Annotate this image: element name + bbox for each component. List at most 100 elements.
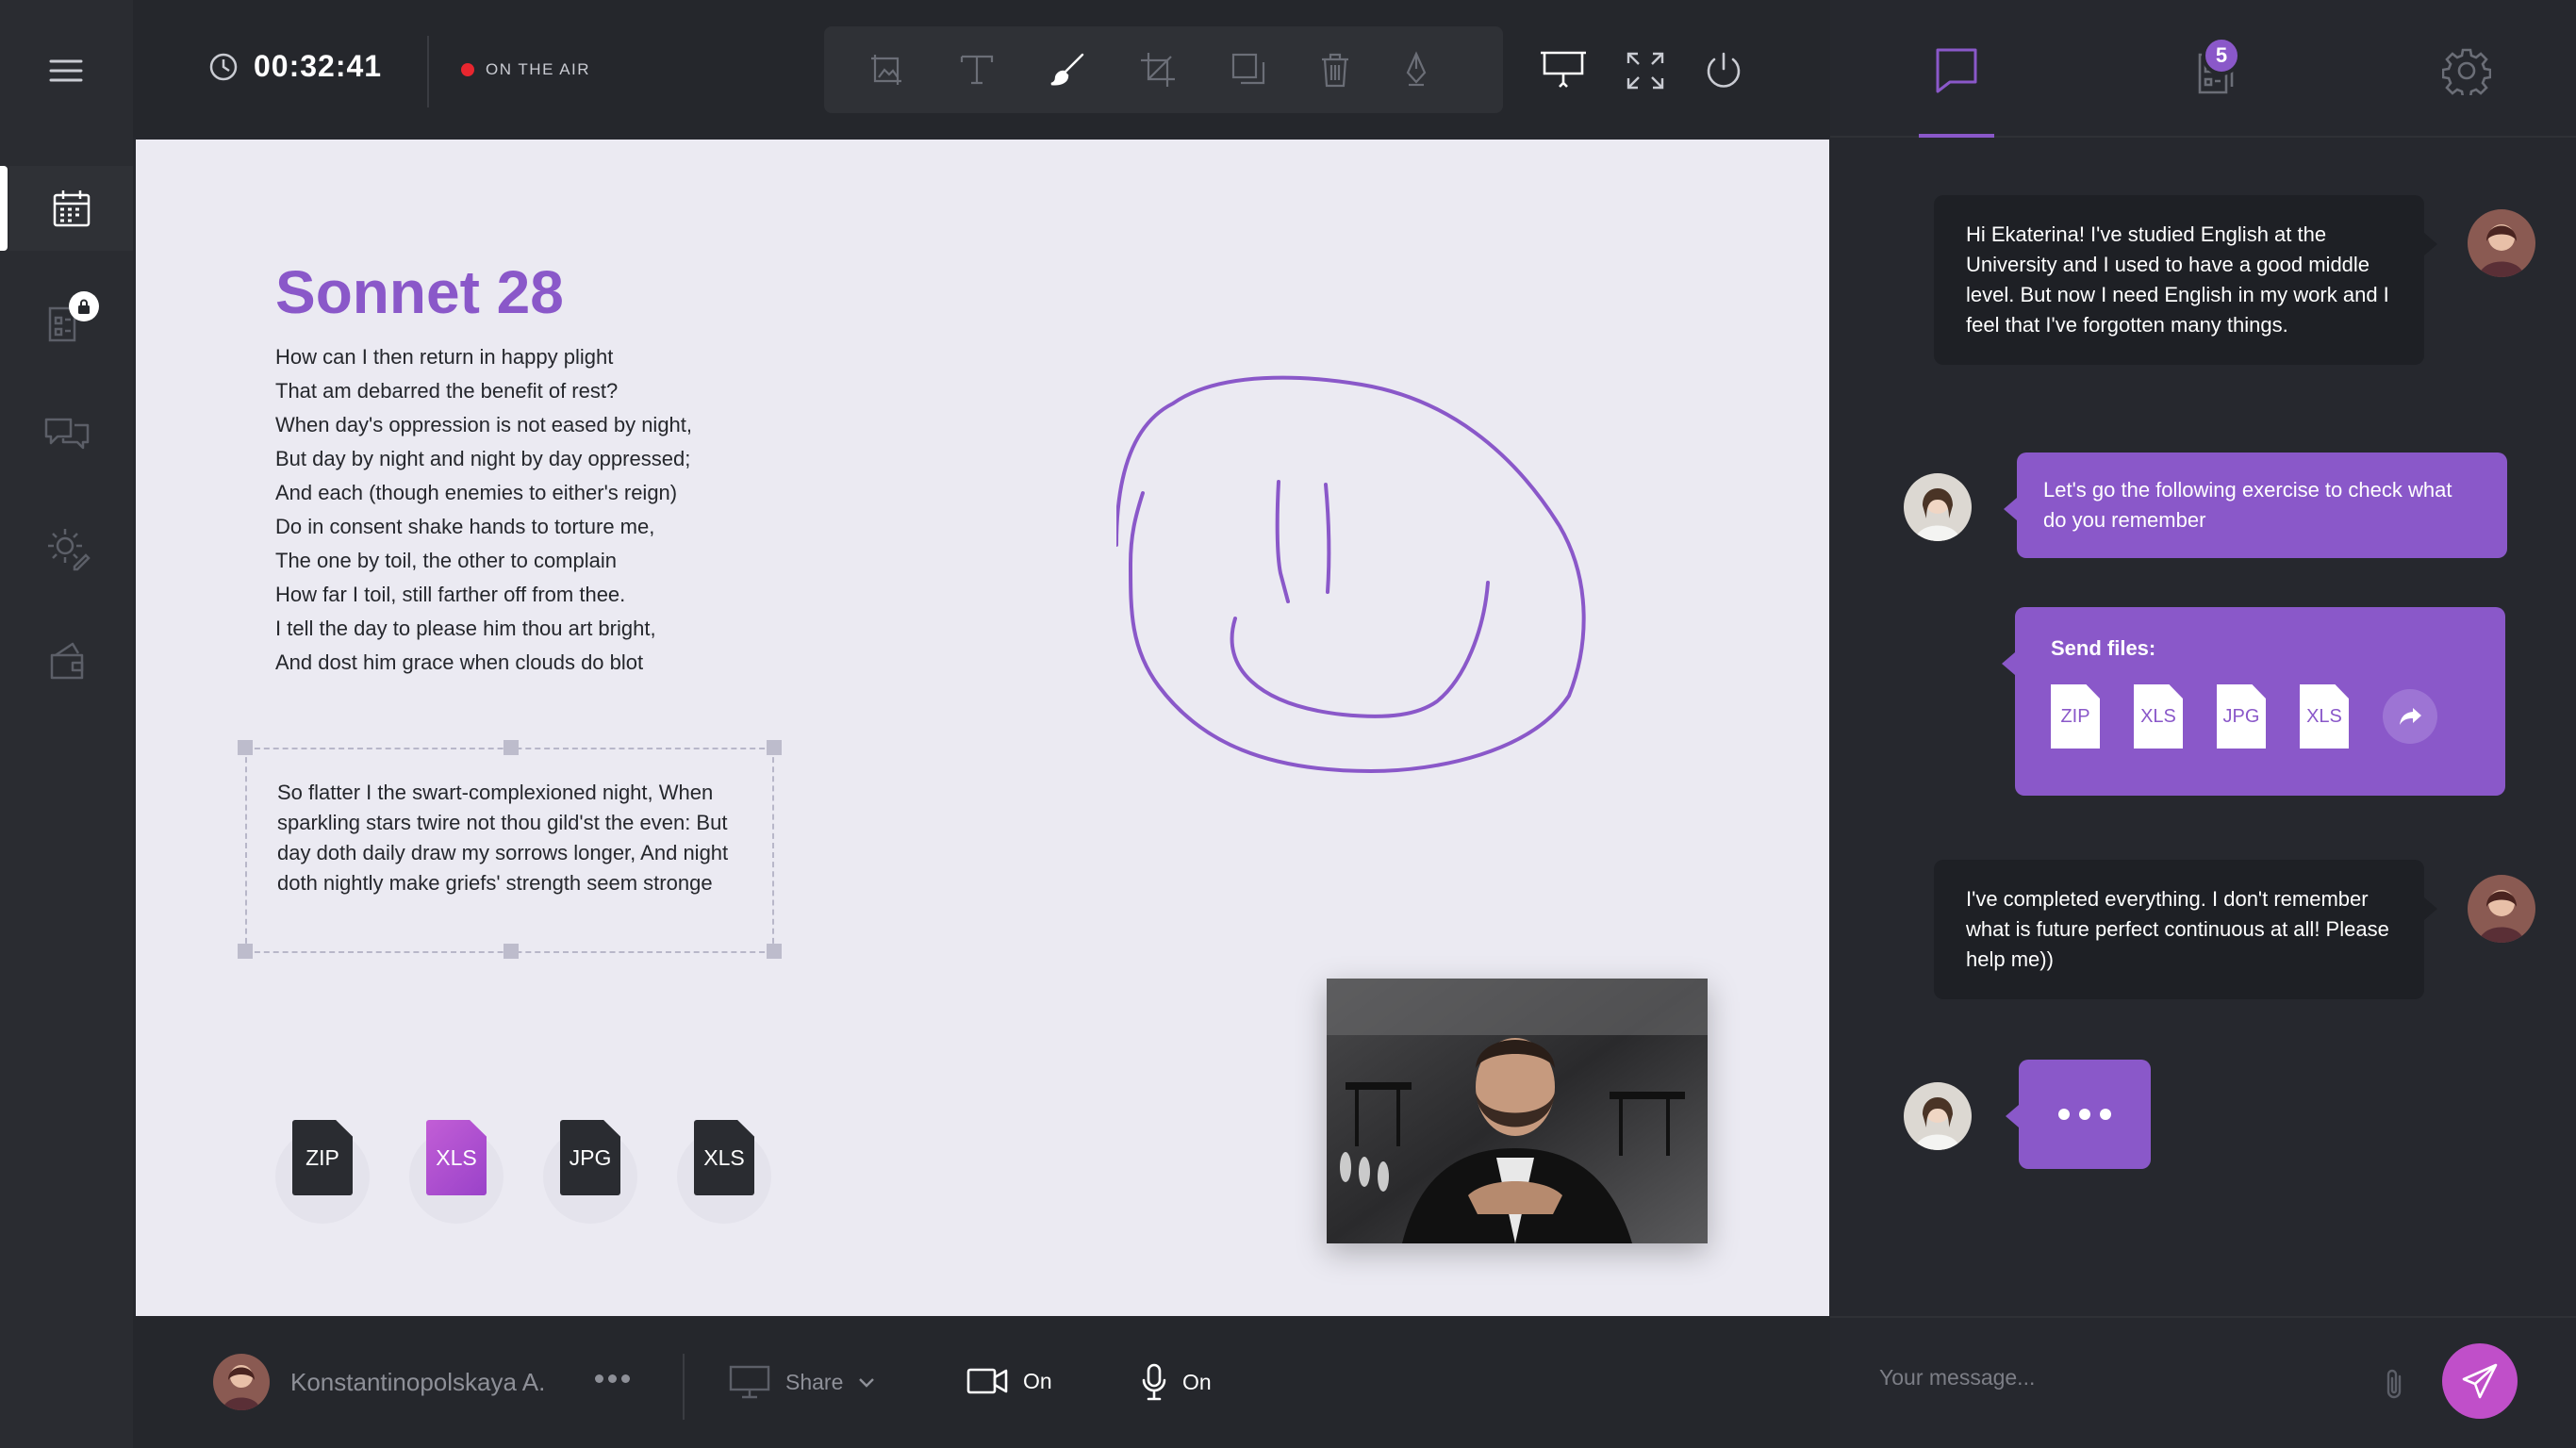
- attach-button[interactable]: [2375, 1365, 2413, 1403]
- message-composer: [1830, 1316, 2576, 1448]
- resize-handle[interactable]: [238, 740, 253, 755]
- power-button[interactable]: [1700, 47, 1747, 94]
- poem-line: When day's oppression is not eased by ni…: [275, 413, 693, 436]
- whiteboard-canvas[interactable]: Sonnet 28 How can I then return in happy…: [136, 140, 1829, 1316]
- resize-handle[interactable]: [504, 944, 519, 959]
- chevron-down-icon: [858, 1376, 875, 1388]
- present-button[interactable]: [1540, 47, 1587, 94]
- crop-tool[interactable]: [1137, 49, 1179, 90]
- dot-icon: [608, 1374, 617, 1383]
- active-tab-indicator: [1919, 134, 1994, 138]
- jpg-file-icon[interactable]: JPG: [2217, 684, 2266, 749]
- resize-handle[interactable]: [767, 944, 782, 959]
- chat-message-incoming: I've completed everything. I don't remem…: [1934, 860, 2437, 999]
- sidebar-item-locked-notes[interactable]: [0, 279, 133, 364]
- avatar: [213, 1354, 270, 1410]
- poem-text: How can I then return in happy plight Th…: [275, 340, 803, 680]
- gear-pen-icon: [42, 523, 91, 572]
- poem-line: Do in consent shake hands to torture me,: [275, 515, 655, 538]
- share-screen-button[interactable]: Share: [729, 1365, 875, 1399]
- fullscreen-icon: [1625, 50, 1666, 91]
- dot-icon: [2058, 1109, 2070, 1120]
- typing-indicator: [2006, 1060, 2151, 1169]
- lock-icon: [68, 291, 99, 321]
- xls-file-icon[interactable]: XLS: [2134, 684, 2183, 749]
- xls-file-icon[interactable]: XLS: [2300, 684, 2349, 749]
- message-text: I've completed everything. I don't remem…: [1966, 887, 2389, 971]
- file-attachment[interactable]: JPG: [543, 1120, 637, 1224]
- video-camera-icon: [966, 1367, 1008, 1395]
- text-tool[interactable]: [956, 49, 998, 90]
- camera-toggle[interactable]: On: [966, 1367, 1052, 1395]
- locked-document-icon: [41, 291, 99, 348]
- copy-tool[interactable]: [1228, 49, 1269, 90]
- forward-button[interactable]: [2383, 689, 2437, 744]
- poem-line: That am debarred the benefit of rest?: [275, 379, 619, 403]
- sidebar-item-chats[interactable]: [0, 392, 133, 477]
- file-attachment[interactable]: XLS: [409, 1120, 504, 1224]
- chat-icon: [1935, 47, 1978, 94]
- avatar: [1904, 473, 1972, 541]
- resize-handle[interactable]: [238, 944, 253, 959]
- clock-icon: [208, 52, 239, 82]
- paperclip-icon: [2383, 1367, 2405, 1401]
- chat-message-incoming: Hi Ekaterina! I've studied English at th…: [1934, 195, 2437, 365]
- poem-line: How can I then return in happy plight: [275, 345, 614, 369]
- calendar-icon: [51, 188, 92, 229]
- files-title: Send files:: [2051, 636, 2156, 660]
- dot-icon: [595, 1374, 603, 1383]
- sidebar-item-wallet[interactable]: [0, 618, 133, 703]
- more-options-button[interactable]: [595, 1374, 630, 1383]
- session-timer: 00:32:41: [208, 49, 382, 84]
- text-icon: [958, 51, 996, 89]
- message-input[interactable]: [1879, 1365, 2332, 1390]
- microphone-toggle[interactable]: On: [1141, 1363, 1212, 1401]
- sidebar-item-schedule[interactable]: [0, 166, 133, 251]
- power-icon: [1703, 50, 1744, 91]
- menu-button[interactable]: [47, 52, 85, 90]
- pen-icon: [1397, 51, 1435, 89]
- divider: [427, 36, 429, 107]
- poem-line: And each (though enemies to either's rei…: [275, 481, 678, 504]
- fullscreen-button[interactable]: [1622, 47, 1669, 94]
- on-air-label: ON THE AIR: [486, 60, 591, 78]
- tab-settings[interactable]: [2434, 38, 2500, 104]
- resize-handle[interactable]: [504, 740, 519, 755]
- zip-file-icon[interactable]: ZIP: [2051, 684, 2100, 749]
- message-text: Let's go the following exercise to check…: [2043, 478, 2452, 532]
- tab-chat[interactable]: [1924, 38, 1990, 104]
- file-attachment[interactable]: XLS: [677, 1120, 771, 1224]
- dot-icon: [2100, 1109, 2111, 1120]
- bottom-bar: Konstantinopolskaya A. Share On On: [133, 1316, 1830, 1448]
- left-sidebar: [0, 0, 133, 1448]
- share-arrow-icon: [2398, 706, 2422, 727]
- hamburger-icon: [47, 52, 85, 90]
- send-button[interactable]: [2442, 1343, 2518, 1419]
- poem-line: The one by toil, the other to complain: [275, 549, 617, 572]
- gear-icon: [2442, 46, 2491, 95]
- poem-line: And dost him grace when clouds do blot: [275, 650, 644, 674]
- file-attachment[interactable]: ZIP: [275, 1120, 370, 1224]
- microphone-icon: [1141, 1363, 1167, 1401]
- pen-tool[interactable]: [1395, 49, 1437, 90]
- smiley-drawing[interactable]: [1115, 328, 1776, 880]
- xls-file-icon: XLS: [694, 1120, 754, 1195]
- image-crop-tool[interactable]: [866, 49, 907, 90]
- current-user[interactable]: Konstantinopolskaya A.: [213, 1354, 545, 1410]
- divider: [683, 1354, 685, 1420]
- drawing-toolbar: [824, 26, 1503, 113]
- avatar: [2468, 209, 2535, 277]
- presentation-icon: [1539, 49, 1588, 92]
- brush-tool[interactable]: [1047, 49, 1088, 90]
- message-text: Hi Ekaterina! I've studied English at th…: [1966, 222, 2389, 337]
- user-name: Konstantinopolskaya A.: [290, 1367, 546, 1396]
- jpg-file-icon: JPG: [560, 1120, 620, 1195]
- teacher-video[interactable]: [1327, 979, 1708, 1243]
- sidebar-item-settings[interactable]: [0, 505, 133, 590]
- classroom-app: 00:32:41 ON THE AIR Sonnet 28 How can I …: [0, 0, 2576, 1448]
- delete-tool[interactable]: [1314, 49, 1356, 90]
- resize-handle[interactable]: [767, 740, 782, 755]
- selected-text-box[interactable]: So flatter I the swart-complexioned nigh…: [238, 740, 782, 959]
- panel-tabs: 5: [1830, 0, 2576, 138]
- file-list: ZIP XLS JPG XLS: [2051, 684, 2469, 749]
